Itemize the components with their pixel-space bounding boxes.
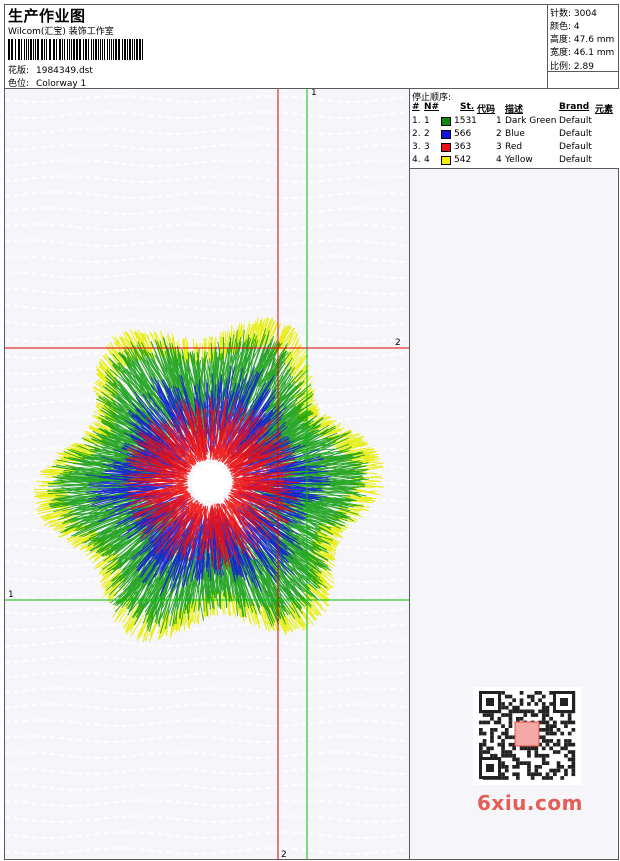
- stop-row-num: 2.: [412, 129, 421, 139]
- design-file-value: 1984349.dst: [36, 66, 93, 76]
- stop-row-stitches: 1531: [454, 116, 477, 126]
- stats-box: 针数: 3004 颜色: 4 高度: 47.6 mm 宽度: 46.1 mm 比…: [547, 5, 619, 89]
- thread-color-swatch: [441, 117, 451, 126]
- stop-row-needle: 2: [424, 129, 430, 139]
- col-header-stitches: St.: [460, 102, 475, 112]
- design-width: 宽度: 46.1 mm: [550, 48, 615, 58]
- barcode: [8, 39, 143, 60]
- stop-row-needle: 4: [424, 155, 430, 165]
- qr-code: [473, 687, 581, 785]
- page-title: 生产作业图: [8, 7, 86, 25]
- stop-row-brand: Default: [559, 142, 592, 152]
- stop-row-needle: 3: [424, 142, 430, 152]
- design-file-label: 花版:: [8, 66, 30, 76]
- col-header-num: #: [412, 102, 420, 112]
- thread-color-swatch: [441, 156, 451, 165]
- stop-row-description: Yellow: [505, 155, 533, 165]
- col-header-code: 代码: [477, 105, 496, 115]
- embroidery-design-area: 1 2 1 2: [5, 89, 409, 860]
- design-scale: 比例: 2.89: [550, 62, 594, 72]
- design-height: 高度: 47.6 mm: [550, 35, 615, 45]
- stop-row-code: 1: [496, 116, 502, 126]
- stop-row-description: Red: [505, 142, 523, 152]
- stop-row-code: 3: [496, 142, 502, 152]
- stop-row-stitches: 363: [454, 142, 472, 152]
- thread-color-swatch: [441, 143, 451, 152]
- stop-row-needle: 1: [424, 116, 430, 126]
- col-header-brand: Brand: [559, 102, 590, 112]
- stop-row-brand: Default: [559, 129, 592, 139]
- stop-sequence-table: 停止顺序: # N# St. 代码 描述 Brand 元素 1. 1 1531 1 Da…: [410, 89, 619, 169]
- guide-label-right: 2: [395, 338, 401, 348]
- guide-label-bottom: 2: [281, 850, 287, 860]
- colorway-label: 色位:: [8, 79, 30, 89]
- col-header-needle: N#: [424, 102, 440, 112]
- stop-row-num: 4.: [412, 155, 421, 165]
- guide-label-left: 1: [8, 590, 14, 600]
- thread-color-swatch: [441, 130, 451, 139]
- colorway-value: Colorway 1: [36, 79, 87, 89]
- col-header-description: 描述: [505, 105, 524, 115]
- production-sheet: 生产作业图 Wilcom(汇宝) 装饰工作室 花版: 1984349.dst 色位…: [4, 4, 619, 860]
- guide-label-top: 1: [311, 89, 317, 98]
- colorway-row: 色位: Colorway 1: [8, 76, 86, 89]
- stitch-count: 针数: 3004: [550, 9, 597, 19]
- stop-row-code: 2: [496, 129, 502, 139]
- design-file-row: 花版: 1984349.dst: [8, 63, 93, 76]
- embroidery-preview: [5, 89, 409, 860]
- stop-row-brand: Default: [559, 116, 592, 126]
- color-count: 颜色: 4: [550, 22, 580, 32]
- company-name: Wilcom(汇宝) 装饰工作室: [8, 27, 114, 37]
- stop-row-description: Blue: [505, 129, 525, 139]
- stop-row-brand: Default: [559, 155, 592, 165]
- stop-row-num: 3.: [412, 142, 421, 152]
- stop-row-num: 1.: [412, 116, 421, 126]
- stop-row-stitches: 542: [454, 155, 472, 165]
- sheet-header: 生产作业图 Wilcom(汇宝) 装饰工作室 花版: 1984349.dst 色位…: [5, 5, 619, 89]
- col-header-element: 元素: [595, 105, 614, 115]
- stop-row-description: Dark Green: [505, 116, 557, 126]
- stop-row-stitches: 566: [454, 129, 472, 139]
- stop-row-code: 4: [496, 155, 502, 165]
- watermark-text: 6xiu.com: [477, 791, 583, 815]
